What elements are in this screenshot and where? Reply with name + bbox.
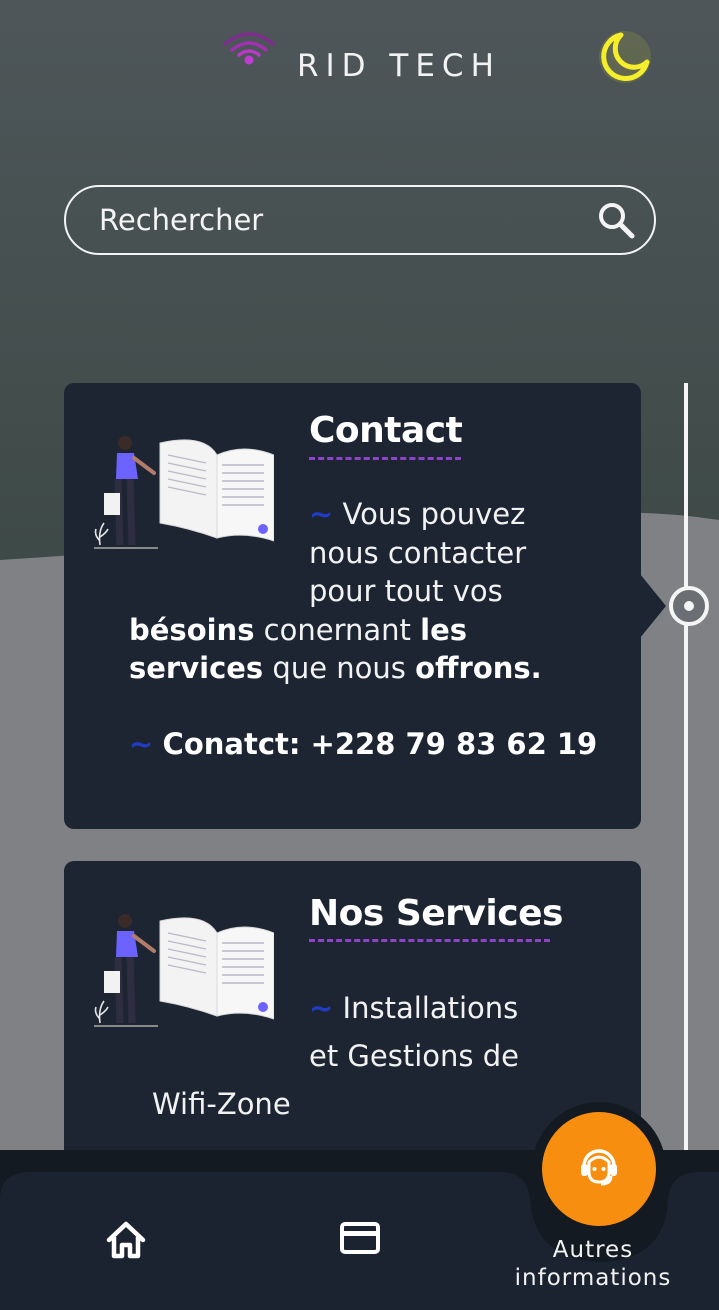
brand-title: RID TECH bbox=[297, 48, 501, 84]
moon-icon[interactable] bbox=[594, 26, 656, 88]
card-body-line: services que nous offrons. bbox=[129, 649, 542, 687]
contact-phone: ~ Conatct: +228 79 83 62 19 bbox=[129, 725, 597, 763]
card-pointer bbox=[640, 574, 666, 638]
card-body-line: pour tout vos bbox=[309, 574, 503, 608]
nav-label-line: informations bbox=[514, 1265, 672, 1291]
bold-text: bésoins bbox=[129, 613, 255, 647]
bold-text: offrons. bbox=[415, 651, 542, 685]
search-input[interactable] bbox=[99, 201, 579, 239]
app-header: RID TECH bbox=[0, 0, 719, 140]
tilde-bullet: ~ bbox=[129, 727, 154, 761]
card-body-line: bésoins conernant les bbox=[129, 611, 467, 649]
bold-text: les bbox=[420, 613, 468, 647]
card-text: Vous pouvez bbox=[342, 497, 526, 531]
search-bar[interactable] bbox=[64, 185, 656, 255]
phone-number: Conatct: +228 79 83 62 19 bbox=[162, 727, 598, 761]
tilde-bullet: ~ bbox=[309, 991, 334, 1025]
card-body-line: ~ Installations bbox=[309, 989, 518, 1027]
reading-illustration-icon bbox=[94, 914, 274, 1027]
card-text: que nous bbox=[263, 651, 416, 685]
card-body-line: et Gestions de bbox=[309, 1039, 519, 1073]
bold-text: services bbox=[129, 651, 264, 685]
reading-illustration-icon bbox=[94, 436, 274, 549]
tilde-bullet: ~ bbox=[309, 497, 334, 531]
card-text: Installations bbox=[342, 991, 519, 1025]
home-icon[interactable] bbox=[104, 1218, 148, 1262]
card-title: Nos Services bbox=[309, 893, 563, 934]
card-title: Contact bbox=[309, 410, 463, 451]
title-underline bbox=[309, 457, 461, 460]
nav-label-autres-informations[interactable]: Autres informations bbox=[500, 1236, 686, 1292]
card-body-line: nous contacter bbox=[309, 536, 527, 570]
support-agent-icon bbox=[581, 1149, 617, 1186]
title-underline bbox=[309, 939, 550, 942]
card-body-line: ~ Vous pouvez bbox=[309, 495, 525, 533]
nav-label-line: Autres bbox=[552, 1237, 634, 1263]
fab-inner[interactable] bbox=[542, 1112, 656, 1226]
contact-card: Contact ~ Vous pouvez nous contacter pou… bbox=[64, 383, 641, 829]
timeline-line bbox=[684, 383, 688, 1163]
card-body-line: Wifi-Zone bbox=[152, 1087, 291, 1121]
wifi-logo-icon bbox=[223, 32, 275, 65]
timeline-dot-icon bbox=[669, 586, 709, 626]
card-text: conernant bbox=[254, 613, 421, 647]
search-icon[interactable] bbox=[596, 200, 636, 240]
credit-card-icon[interactable] bbox=[338, 1216, 382, 1260]
support-fab-button[interactable] bbox=[532, 1102, 666, 1236]
